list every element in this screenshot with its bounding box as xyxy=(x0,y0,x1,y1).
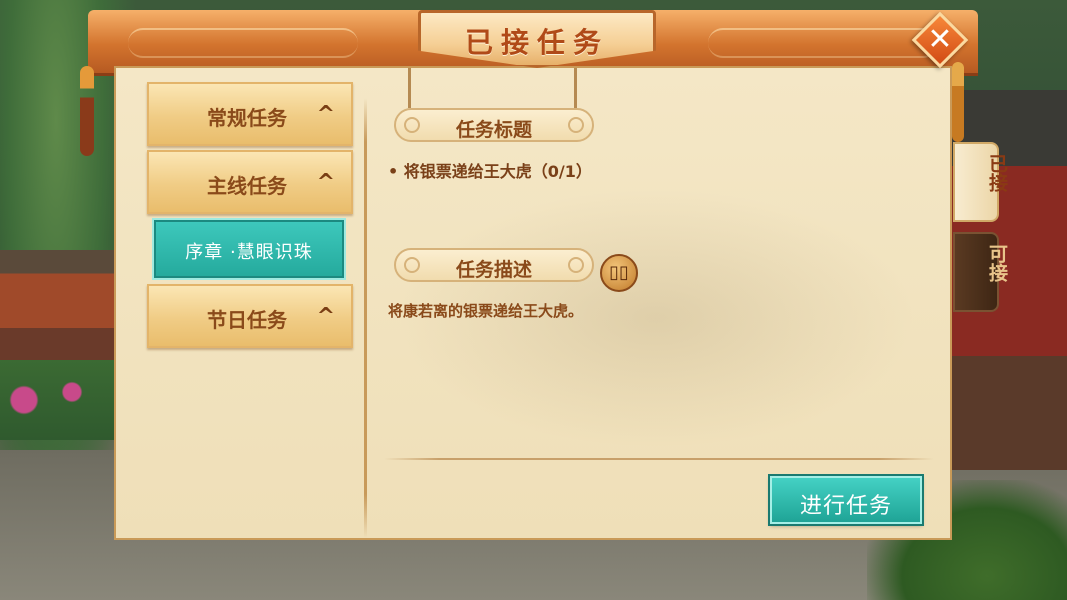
close-button[interactable]: ✕ xyxy=(911,11,969,69)
tab-available-label: 可接 xyxy=(986,244,1008,282)
tab-accepted-label: 已接 xyxy=(986,154,1008,192)
tassel-ornament-left xyxy=(80,66,94,156)
hanging-rope xyxy=(574,68,577,108)
task-title-heading: 任务标题 xyxy=(394,108,594,142)
divider-vertical xyxy=(364,98,367,538)
chevron-up-icon: ^ xyxy=(316,170,335,195)
task-description-heading-label: 任务描述 xyxy=(455,259,532,281)
tab-accepted[interactable]: 已接 xyxy=(953,142,1008,222)
category-festival-quests[interactable]: 节日任务 ^ xyxy=(147,284,353,348)
header-ornament-right xyxy=(708,28,938,58)
close-icon: ✕ xyxy=(927,22,953,57)
task-description-text: 将康若离的银票递给王大虎。 xyxy=(388,302,584,320)
book-icon: ▯▯ xyxy=(609,262,629,283)
category-main-quests[interactable]: 主线任务 ^ xyxy=(147,150,353,214)
tassel-ornament-right xyxy=(952,62,964,142)
quest-item-label: 序章 ·慧眼识珠 xyxy=(185,242,313,263)
task-description-heading: 任务描述 xyxy=(394,248,594,282)
chevron-up-icon: ^ xyxy=(316,102,335,127)
window-title: 已接任务 xyxy=(464,26,609,59)
category-regular-quests[interactable]: 常规任务 ^ xyxy=(147,82,353,146)
quest-item-selected[interactable]: 序章 ·慧眼识珠 xyxy=(152,218,346,280)
task-title-heading-label: 任务标题 xyxy=(455,119,532,141)
tab-available[interactable]: 可接 xyxy=(953,232,1008,312)
scroll-ornament xyxy=(568,117,584,133)
chevron-up-icon: ^ xyxy=(316,304,335,329)
panel-body: 常规任务 ^ 主线任务 ^ 序章 ·慧眼识珠 节日任务 ^ 任务标题 • 将银票… xyxy=(114,66,952,540)
task-objective: • 将银票递给王大虎（0/1） xyxy=(388,162,592,181)
book-button[interactable]: ▯▯ xyxy=(600,254,638,292)
hanging-rope xyxy=(408,68,411,108)
divider-horizontal xyxy=(384,458,934,460)
proceed-quest-label: 进行任务 xyxy=(799,494,892,519)
quest-panel: 常规任务 ^ 主线任务 ^ 序章 ·慧眼识珠 节日任务 ^ 任务标题 • 将银票… xyxy=(80,10,978,540)
proceed-quest-button[interactable]: 进行任务 xyxy=(770,476,922,524)
scroll-ornament xyxy=(568,257,584,273)
header-ornament-left xyxy=(128,28,358,58)
